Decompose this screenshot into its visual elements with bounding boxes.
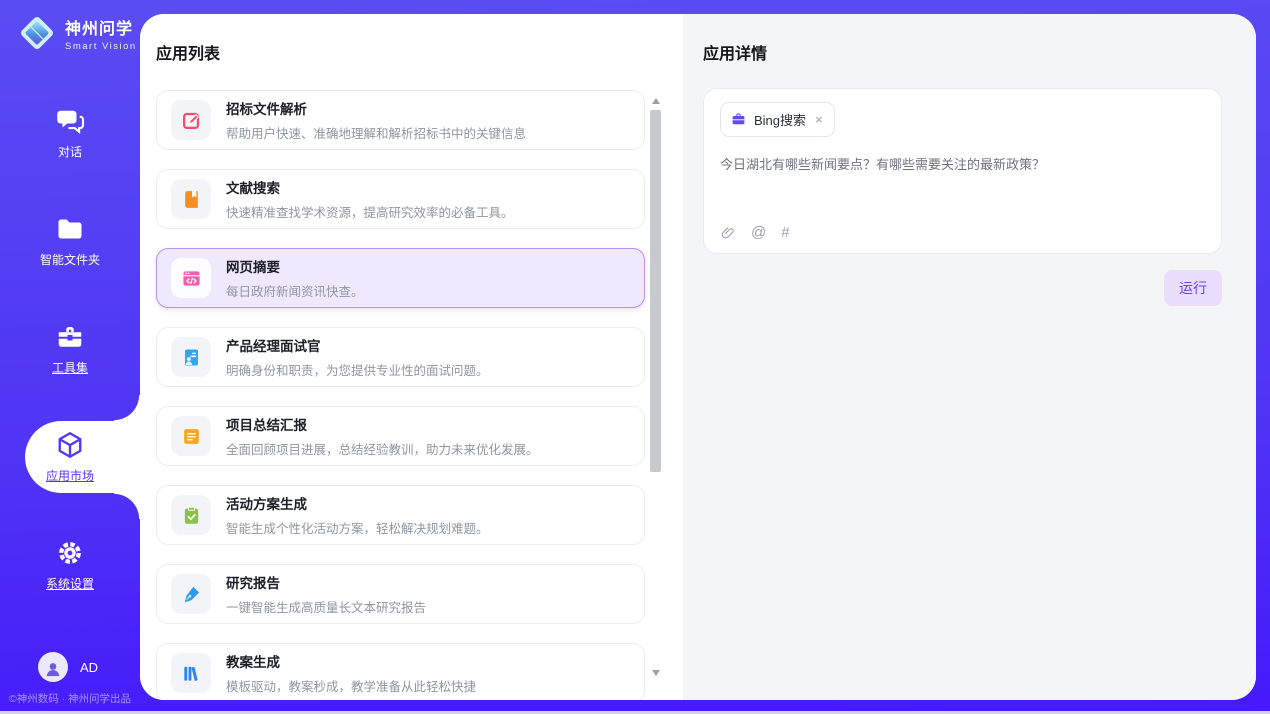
app-card-title: 项目总结汇报 — [226, 414, 539, 434]
app-card-bid-analysis[interactable]: 招标文件解析 帮助用户快速、准确地理解和解析招标书中的关键信息 — [156, 90, 645, 150]
app-card-title: 教案生成 — [226, 651, 476, 671]
prompt-toolbar: @ # — [720, 224, 790, 241]
app-card-event-plan[interactable]: 活动方案生成 智能生成个性化活动方案，轻松解决规划难题。 — [156, 485, 645, 545]
app-card-title: 招标文件解析 — [226, 98, 526, 118]
close-icon[interactable]: × — [814, 112, 824, 127]
app-card-description: 模板驱动，教案秒成，教学准备从此轻松快捷 — [226, 676, 476, 695]
app-card-title: 活动方案生成 — [226, 493, 489, 513]
app-card-title: 研究报告 — [226, 572, 426, 592]
app-card-research-report[interactable]: 研究报告 一键智能生成高质量长文本研究报告 — [156, 564, 645, 624]
prompt-input[interactable]: 今日湖北有哪些新闻要点？有哪些需要关注的最新政策？ — [720, 155, 1205, 175]
sidebar-item-label: 对话 — [58, 143, 82, 160]
hashtag-icon[interactable]: # — [781, 224, 789, 241]
tool-tag-bing-search[interactable]: Bing搜索 × — [720, 102, 835, 137]
run-button[interactable]: 运行 — [1164, 270, 1222, 306]
gear-icon — [55, 538, 85, 568]
app-card-literature-search[interactable]: 文献搜索 快速精准查找学术资源，提高研究效率的必备工具。 — [156, 169, 645, 229]
app-list-title: 应用列表 — [156, 40, 683, 64]
scrollbar[interactable] — [650, 96, 662, 678]
tool-tag-label: Bing搜索 — [754, 110, 806, 129]
app-card-title: 文献搜索 — [226, 177, 514, 197]
app-card-title: 产品经理面试官 — [226, 335, 489, 355]
browser-code-icon — [171, 258, 211, 298]
logo-title: 神州问学 — [65, 15, 137, 39]
attachment-icon[interactable] — [720, 225, 736, 241]
app-list-panel: 应用列表 招标文件解析 帮助用户快速、准确地理解和解析招标书中的关键信息 文献搜… — [140, 14, 683, 700]
app-card-description: 每日政府新闻资讯快查。 — [226, 281, 364, 300]
toolbox-icon — [55, 322, 85, 352]
sidebar-item-app-market[interactable]: 应用市场 — [0, 403, 140, 511]
sidebar: 神州问学 Smart Vision 对话 智能文件夹 工具集 应用市场 系统设置… — [0, 0, 140, 714]
chat-icon — [55, 106, 85, 136]
sidebar-item-label: 智能文件夹 — [40, 251, 100, 268]
app-card-web-summary[interactable]: 网页摘要 每日政府新闻资讯快查。 — [156, 248, 645, 308]
sidebar-item-smart-folder[interactable]: 智能文件夹 — [0, 187, 140, 295]
sidebar-item-toolset[interactable]: 工具集 — [0, 295, 140, 403]
app-list: 招标文件解析 帮助用户快速、准确地理解和解析招标书中的关键信息 文献搜索 快速精… — [156, 90, 645, 700]
scrollbar-thumb[interactable] — [650, 110, 661, 472]
resume-icon — [171, 337, 211, 377]
copyright: ©神州数码 · 神州问学出品 — [0, 691, 140, 706]
scroll-down-icon[interactable] — [652, 670, 660, 676]
app-card-pm-interviewer[interactable]: 产品经理面试官 明确身份和职责，为您提供专业性的面试问题。 — [156, 327, 645, 387]
app-card-description: 帮助用户快速、准确地理解和解析招标书中的关键信息 — [226, 123, 526, 142]
app-card-lesson-plan[interactable]: 教案生成 模板驱动，教案秒成，教学准备从此轻松快捷 — [156, 643, 645, 700]
sidebar-item-label: 应用市场 — [46, 467, 94, 484]
content-area: 应用列表 招标文件解析 帮助用户快速、准确地理解和解析招标书中的关键信息 文献搜… — [140, 14, 1256, 700]
app-card-description: 明确身份和职责，为您提供专业性的面试问题。 — [226, 360, 489, 379]
app-card-project-summary[interactable]: 项目总结汇报 全面回顾项目进展，总结经验教训，助力未来优化发展。 — [156, 406, 645, 466]
app-card-title: 网页摘要 — [226, 256, 364, 276]
folder-icon — [55, 214, 85, 244]
sidebar-item-label: 系统设置 — [46, 575, 94, 592]
edit-square-icon — [171, 100, 211, 140]
logo-text: 神州问学 Smart Vision — [65, 15, 137, 52]
app-detail-title: 应用详情 — [703, 40, 1222, 64]
app-detail-panel: 应用详情 Bing搜索 × 今日湖北有哪些新闻要点？有哪些需要关注的最新政策？ — [683, 14, 1256, 700]
ink-pen-icon — [171, 574, 211, 614]
user-name: AD — [80, 660, 98, 675]
sidebar-item-label: 工具集 — [52, 359, 88, 376]
sidebar-nav: 对话 智能文件夹 工具集 应用市场 系统设置 — [0, 79, 140, 619]
sidebar-item-chat[interactable]: 对话 — [0, 79, 140, 187]
user-row[interactable]: AD — [38, 652, 98, 682]
app-card-description: 全面回顾项目进展，总结经验教训，助力未来优化发展。 — [226, 439, 539, 458]
sidebar-item-settings[interactable]: 系统设置 — [0, 511, 140, 619]
calendar-note-icon — [171, 416, 211, 456]
books-icon — [171, 653, 211, 693]
avatar[interactable] — [38, 652, 68, 682]
app-card-description: 快速精准查找学术资源，提高研究效率的必备工具。 — [226, 202, 514, 221]
book-icon — [171, 179, 211, 219]
clipboard-check-icon — [171, 495, 211, 535]
cube-icon — [55, 430, 85, 460]
briefcase-icon — [731, 112, 746, 127]
mention-icon[interactable]: @ — [751, 224, 766, 241]
prompt-card: Bing搜索 × 今日湖北有哪些新闻要点？有哪些需要关注的最新政策？ @ # — [703, 88, 1222, 254]
app-card-description: 一键智能生成高质量长文本研究报告 — [226, 597, 426, 616]
logo-subtitle: Smart Vision — [65, 41, 137, 52]
logo: 神州问学 Smart Vision — [16, 12, 137, 54]
app-card-description: 智能生成个性化活动方案，轻松解决规划难题。 — [226, 518, 489, 537]
scroll-up-icon[interactable] — [652, 98, 660, 104]
logo-diamond-icon — [16, 12, 58, 54]
